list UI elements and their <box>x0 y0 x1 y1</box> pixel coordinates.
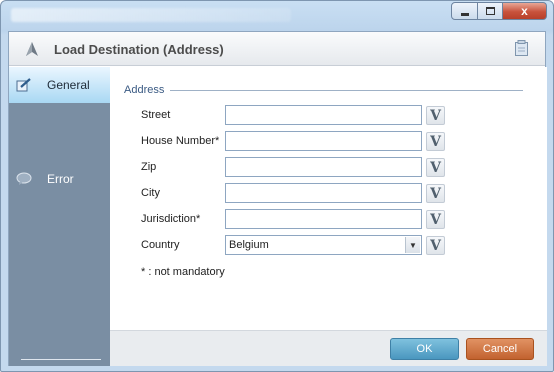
sidebar-item-label: Error <box>47 172 74 186</box>
sidebar-divider <box>21 359 101 360</box>
house-number-validate-button[interactable]: V <box>426 132 445 151</box>
dialog-header: Load Destination (Address) <box>9 32 545 66</box>
zip-field[interactable] <box>225 157 422 177</box>
house-number-field[interactable] <box>225 131 422 151</box>
close-icon: x <box>521 4 528 18</box>
page-title: Load Destination (Address) <box>54 42 224 57</box>
form-content: Address Street V House Number* V Zip V C… <box>110 67 547 330</box>
sidebar: General Error <box>9 67 110 366</box>
city-validate-button[interactable]: V <box>426 184 445 203</box>
jurisdiction-label: Jurisdiction* <box>141 213 201 225</box>
zip-validate-button[interactable]: V <box>426 158 445 177</box>
mandatory-note: * : not mandatory <box>141 266 225 278</box>
dialog-footer: OK Cancel <box>110 330 547 366</box>
edit-form-icon <box>16 78 31 92</box>
zip-label: Zip <box>141 161 157 173</box>
sidebar-item-error[interactable]: Error <box>9 161 110 197</box>
ok-button[interactable]: OK <box>390 338 459 360</box>
window-controls: x <box>451 2 547 20</box>
street-label: Street <box>141 109 171 121</box>
city-field[interactable] <box>225 183 422 203</box>
jurisdiction-field[interactable] <box>225 209 422 229</box>
chevron-down-icon[interactable]: ▼ <box>405 237 420 253</box>
title-bar[interactable]: x <box>1 1 553 29</box>
cancel-button[interactable]: Cancel <box>466 338 534 360</box>
title-bar-caption <box>11 8 291 22</box>
house-number-label: House Number* <box>141 135 220 147</box>
document-icon[interactable] <box>515 40 528 56</box>
address-group-label: Address <box>124 84 165 96</box>
maximize-button[interactable] <box>478 2 503 20</box>
country-validate-button[interactable]: V <box>426 236 445 255</box>
jurisdiction-validate-button[interactable]: V <box>426 210 445 229</box>
dialog-client: Load Destination (Address) General Error… <box>8 31 547 366</box>
sidebar-item-general[interactable]: General <box>9 67 110 103</box>
speech-bubble-icon <box>16 172 32 185</box>
street-validate-button[interactable]: V <box>426 106 445 125</box>
city-label: City <box>141 187 160 199</box>
group-divider <box>170 90 523 91</box>
minimize-icon <box>460 12 469 16</box>
dialog-window: x Load Destination (Address) General Err… <box>0 0 554 372</box>
maximize-icon <box>485 7 495 15</box>
street-field[interactable] <box>225 105 422 125</box>
country-select[interactable]: Belgium ▼ <box>225 235 422 255</box>
country-selected-value: Belgium <box>229 239 269 251</box>
navigate-arrow-icon <box>26 42 38 56</box>
minimize-button[interactable] <box>451 2 478 20</box>
country-label: Country <box>141 239 180 251</box>
close-button[interactable]: x <box>503 2 547 20</box>
sidebar-item-label: General <box>47 78 90 92</box>
